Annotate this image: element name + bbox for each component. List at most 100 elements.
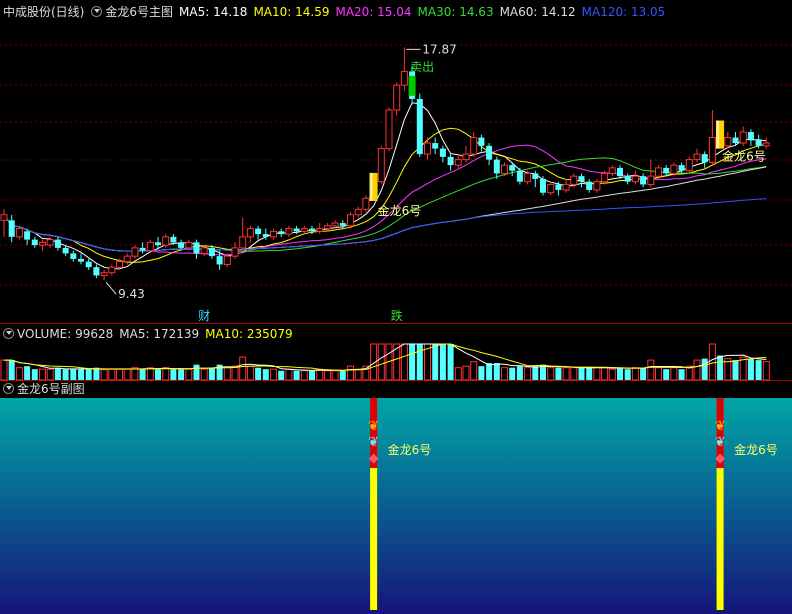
volume-bar [708, 343, 716, 381]
candle-body [470, 137, 478, 155]
main-price-chart[interactable]: 金龙6号金龙6号卖出17.879.43财跌 [0, 0, 792, 324]
volume-bar [146, 367, 154, 381]
volume-bar [409, 344, 416, 380]
main-chart-panel[interactable]: 中成股份(日线) 金龙6号主图 MA5: 14.18 MA10: 14.59 MA20:… [0, 0, 792, 324]
candle-body [647, 175, 655, 185]
volume-bar [670, 367, 678, 381]
volume-bar [524, 367, 532, 381]
ma10-line [3, 127, 767, 263]
volume-bar [178, 369, 185, 380]
candle-body [454, 159, 462, 166]
signal-label-1: 金龙6号 [378, 203, 422, 218]
butterfly-icon-gold-0: ❦ [368, 419, 379, 434]
sub-background [0, 398, 792, 614]
volume-bar [617, 367, 623, 380]
signal-bar-highlight-1 [716, 120, 720, 149]
volume-panel[interactable]: VOLUME: 99628 MA5: 172139 MA10: 235079 [0, 324, 792, 381]
volume-bar [486, 363, 493, 380]
volume-bar [640, 367, 647, 380]
volume-bar [400, 343, 408, 381]
candle-body [146, 241, 154, 252]
candle-body [724, 137, 732, 147]
sub-chart-header: 金龙6号副图 [0, 381, 792, 397]
volume-bar [701, 358, 708, 380]
candle-body [108, 266, 116, 274]
candle-body [54, 239, 61, 248]
volume-bar [655, 367, 662, 381]
candle-body [708, 137, 716, 163]
volume-menu-icon[interactable] [3, 328, 14, 339]
volume-bar [755, 360, 762, 380]
volume-bar [439, 344, 446, 380]
volume-bar [116, 368, 123, 381]
candle-body [270, 230, 277, 238]
volume-bar [100, 369, 108, 381]
volume-bar [24, 366, 31, 380]
volume-bar [131, 367, 139, 381]
volume-bar [493, 363, 500, 380]
volume-bar [162, 367, 170, 381]
candle-body [285, 228, 293, 235]
volume-bar [509, 367, 516, 380]
volume-bar [39, 368, 46, 381]
candle-body [62, 247, 69, 254]
volume-bar [470, 361, 478, 381]
volume-bar [309, 370, 315, 380]
volume-bar [200, 368, 208, 381]
candle-body [131, 247, 139, 257]
volume-bar [323, 370, 331, 381]
candle-body [601, 172, 609, 183]
sub-indicator-name[interactable]: 金龙6号副图 [17, 381, 85, 397]
candle-body [693, 153, 701, 161]
sub-indicator-chart[interactable]: ❦❦◆金龙6号❦❦◆金龙6号 [0, 398, 792, 614]
volume-bar [562, 367, 570, 381]
volume-bar [678, 369, 685, 380]
candle-body [216, 256, 223, 265]
candle-body [78, 258, 84, 262]
candle-body [655, 167, 662, 177]
volume-bar [262, 369, 269, 380]
candle-body [462, 153, 470, 161]
candle-body [516, 170, 523, 182]
candle-body [231, 247, 239, 257]
volume-bar [478, 366, 485, 380]
volume-bar [631, 367, 639, 381]
volume-bar [347, 365, 354, 381]
volume-bar [432, 344, 439, 380]
candle-body [624, 176, 631, 182]
gem-icon-0: ◆ [369, 451, 379, 466]
volume-bar [15, 367, 23, 381]
sub-chart-panel[interactable]: 金龙6号副图 ❦ ❦ ◆ 金龙6号 ❦ ❦ ◆ 金龙6号 [0, 381, 792, 614]
candle-body [608, 167, 616, 174]
sub-indicator-menu-icon[interactable] [3, 383, 14, 394]
candle-body [309, 228, 315, 232]
candle-body [208, 247, 215, 257]
sub-signal-label-0: 金龙6号 [388, 442, 432, 457]
volume-bar [170, 369, 177, 380]
volume-bar [0, 359, 8, 381]
candle-body [246, 228, 254, 238]
candle-body [170, 236, 177, 243]
candle-body [24, 231, 31, 240]
volume-bar [608, 368, 616, 381]
volume-ma5-label: MA5: 172139 [119, 327, 200, 341]
candle-body [486, 145, 493, 160]
volume-bar [239, 356, 247, 381]
volume-bar [316, 368, 324, 381]
candle-body [562, 183, 570, 191]
volume-bar [501, 367, 508, 381]
volume-bar [570, 367, 578, 381]
candle-body [0, 214, 8, 221]
candle-body [416, 98, 423, 155]
volume-bar [555, 367, 562, 380]
candle-body [139, 247, 146, 251]
candle-body [354, 208, 362, 216]
candle-body [323, 225, 331, 230]
volume-bar [54, 367, 61, 380]
volume-ma5-line [4, 343, 767, 371]
volume-bar [624, 369, 631, 380]
candle-body [316, 228, 324, 232]
candle-body [123, 255, 131, 263]
candle-body [8, 220, 15, 237]
volume-bar [139, 369, 146, 380]
